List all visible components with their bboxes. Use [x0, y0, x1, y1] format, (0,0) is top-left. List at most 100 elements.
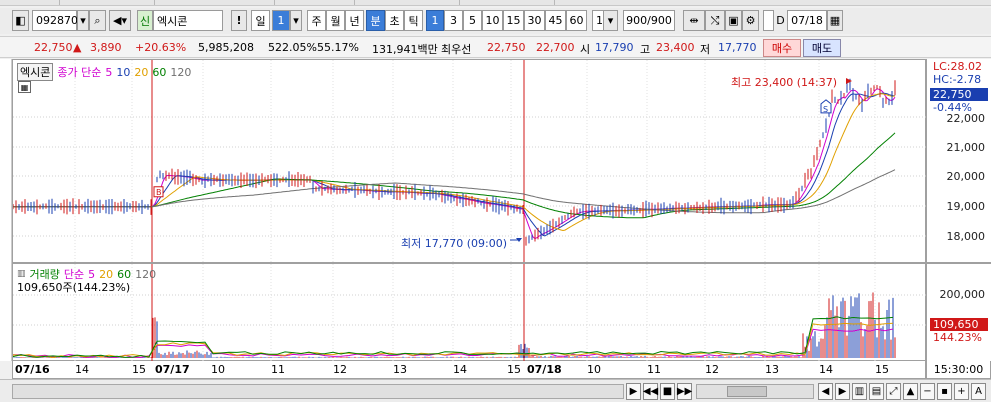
- period-minute-button[interactable]: 분: [366, 10, 385, 31]
- time-axis: 07/16 14 15 07/17 10 11 12 13 14 15 07/1…: [12, 361, 926, 379]
- turnover-rate: 55.17%: [317, 41, 359, 54]
- minute-5-button[interactable]: 5: [463, 10, 482, 31]
- stop-icon[interactable]: ■: [660, 383, 675, 400]
- y-tick-22000: 22,000: [946, 112, 986, 125]
- period-year-button[interactable]: 년: [345, 10, 364, 31]
- alert-button[interactable]: !: [231, 10, 247, 31]
- period-tick-button[interactable]: 틱: [404, 10, 423, 31]
- x-tick: 15: [875, 363, 889, 376]
- search-icon[interactable]: ⌕: [89, 10, 106, 31]
- x-tick: 15: [132, 363, 146, 376]
- x-tick: 15: [507, 363, 521, 376]
- x-tick: 14: [819, 363, 833, 376]
- gear-icon[interactable]: ⚙: [742, 10, 759, 31]
- high-value: 23,400: [656, 41, 695, 54]
- minute-45-button[interactable]: 45: [545, 10, 566, 31]
- unit-dropdown-icon[interactable]: ▾: [603, 10, 618, 31]
- zoom-left-icon[interactable]: ◀: [818, 383, 833, 400]
- x-tick: 13: [765, 363, 779, 376]
- ma20-label: 20: [134, 65, 149, 79]
- date-checkbox[interactable]: [763, 10, 774, 31]
- new-listing-badge: 신: [137, 10, 153, 31]
- scroll-right-icon[interactable]: ▶: [626, 383, 641, 400]
- scroll-up-icon[interactable]: ▲: [903, 383, 918, 400]
- table-grid-icon[interactable]: ▦: [18, 81, 31, 93]
- change-percent: +20.63%: [135, 41, 187, 54]
- period-dropdown-icon[interactable]: ▾: [290, 10, 302, 31]
- minute-30-button[interactable]: 30: [524, 10, 545, 31]
- date-field[interactable]: 07/18: [787, 10, 827, 31]
- minute-1-button[interactable]: 1: [426, 10, 444, 31]
- tab-segment[interactable]: [460, 0, 555, 5]
- zoom-fit-icon[interactable]: ▪: [937, 383, 952, 400]
- tab-segment[interactable]: [155, 0, 275, 5]
- minute-15-button[interactable]: 15: [503, 10, 524, 31]
- zoom-out-icon[interactable]: −: [920, 383, 935, 400]
- count-field[interactable]: 900/900: [623, 10, 675, 31]
- zoom-in-icon[interactable]: +: [954, 383, 969, 400]
- zoom-scrollbar[interactable]: [696, 384, 814, 399]
- chart-type-icon[interactable]: ▥: [852, 383, 867, 400]
- chart-markers: BS: [153, 78, 852, 242]
- zoom-thumb[interactable]: [727, 386, 767, 397]
- minute-3-button[interactable]: 3: [444, 10, 463, 31]
- period-day-button[interactable]: 일: [251, 10, 270, 31]
- ma-line: [12, 92, 896, 237]
- x-tick: 11: [271, 363, 285, 376]
- font-size-icon[interactable]: A: [971, 383, 986, 400]
- rewind-icon[interactable]: ◀◀: [643, 383, 658, 400]
- fast-forward-icon[interactable]: ▶▶: [677, 383, 692, 400]
- x-tick: 10: [211, 363, 225, 376]
- volume-tag: 109,650: [930, 318, 988, 331]
- vma120-label: 120: [135, 267, 157, 281]
- panel-divider[interactable]: [12, 262, 991, 264]
- period-week-button[interactable]: 주: [307, 10, 326, 31]
- period-second-button[interactable]: 초: [385, 10, 404, 31]
- top-tab-strip: [0, 0, 991, 6]
- zoom-right-icon[interactable]: ▶: [835, 383, 850, 400]
- save-icon[interactable]: ▣: [725, 10, 742, 31]
- expand-icon[interactable]: ⇹: [683, 10, 705, 31]
- tab-segment[interactable]: [275, 0, 355, 5]
- right-price-axis: LC:28.02 HC:-2.78 22,750 -0.44% 22,000 2…: [926, 59, 991, 361]
- tab-segment[interactable]: [355, 0, 460, 5]
- panel-toggle-icon[interactable]: ◧: [12, 10, 29, 31]
- expand-chart-icon[interactable]: ⤢: [886, 383, 901, 400]
- stock-name-field[interactable]: 엑시콘: [153, 10, 223, 31]
- best-ask: 22,750: [487, 41, 526, 54]
- chart-toolbar: ◧ 092870 ▾ ⌕ ◀▾ 신 엑시콘 ! 일 1 ▾ 주 월 년 분 초 …: [0, 8, 991, 34]
- tab-segment[interactable]: [60, 0, 155, 5]
- x-tick: 11: [647, 363, 661, 376]
- x-tick: 12: [333, 363, 347, 376]
- ma60-label: 60: [152, 65, 167, 79]
- grid-lines: [13, 60, 927, 362]
- speaker-icon[interactable]: ◀▾: [109, 10, 131, 31]
- buy-button[interactable]: 매수: [763, 39, 801, 57]
- price-candles: [12, 78, 896, 246]
- sell-button[interactable]: 매도: [803, 39, 841, 57]
- y-tick-19000: 19,000: [946, 200, 986, 213]
- change-arrow: ▲: [73, 41, 82, 54]
- chart-scrollbar[interactable]: [12, 384, 624, 399]
- minute-60-button[interactable]: 60: [566, 10, 587, 31]
- time-readout: 15:30:00: [926, 361, 991, 379]
- period-value-field[interactable]: 1: [272, 10, 290, 31]
- y-tick-18000: 18,000: [946, 230, 986, 243]
- open-value: 17,790: [595, 41, 634, 54]
- low-label: 저: [700, 43, 711, 56]
- low-value: 17,770: [718, 41, 757, 54]
- x-tick: 07/16: [15, 363, 50, 376]
- period-month-button[interactable]: 월: [326, 10, 345, 31]
- shrink-icon[interactable]: ⤭: [705, 10, 725, 31]
- minute-10-button[interactable]: 10: [482, 10, 503, 31]
- price-legend-name[interactable]: 엑시콘: [17, 63, 54, 81]
- calendar-icon[interactable]: ▦: [827, 10, 843, 31]
- indicator-icon[interactable]: ▤: [869, 383, 884, 400]
- ma5-label: 5: [105, 65, 113, 79]
- price-chart-panel: BS 엑시콘 종가 단순 5 10 20 60 120 ▦ 최고 23,400 …: [12, 59, 927, 362]
- stock-code-input[interactable]: 092870: [32, 10, 78, 31]
- code-dropdown-icon[interactable]: ▾: [77, 10, 89, 31]
- tab-segment[interactable]: [0, 0, 60, 5]
- ma10-label: 10: [116, 65, 131, 79]
- chart-canvas[interactable]: BS: [12, 60, 927, 362]
